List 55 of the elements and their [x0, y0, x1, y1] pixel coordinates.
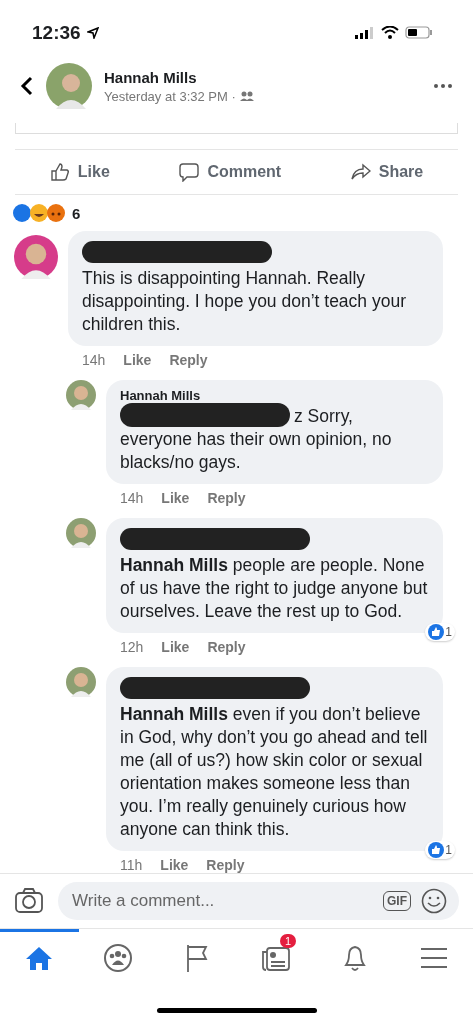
like-link[interactable]: Like — [123, 352, 152, 369]
tab-bar-item[interactable]: 1 — [236, 929, 316, 985]
friends-icon — [239, 91, 254, 102]
comment-time: 14h — [120, 490, 144, 507]
comment-icon — [179, 162, 200, 183]
more-icon[interactable] — [433, 83, 453, 90]
notifications-icon — [341, 943, 368, 974]
commenter-avatar[interactable] — [14, 235, 58, 280]
comment-like-count[interactable]: 1 — [425, 841, 455, 860]
post-action-button[interactable]: Like — [43, 160, 116, 185]
author-name[interactable]: Hannah Mills — [104, 68, 254, 86]
newspaper-icon — [260, 944, 291, 973]
reply-link[interactable]: Reply — [206, 857, 245, 874]
comment-text: Hannah Mills people are people. None of us have the right to judge anyone but ourselves. Leave the rest up to God. — [120, 554, 429, 624]
comment-input[interactable]: Write a comment... GIF — [58, 882, 459, 921]
comment-text: This is disappointing Hannah. Really disappointing. I hope you don’t teach your children this. — [82, 267, 407, 337]
post-action-button[interactable]: Comment — [173, 160, 288, 185]
emoji-icon[interactable] — [421, 888, 447, 915]
reply-link[interactable]: Reply — [169, 352, 208, 369]
reply-link[interactable]: Reply — [207, 639, 246, 656]
comment-like-count[interactable]: 1 — [425, 623, 455, 642]
commenter-avatar[interactable] — [66, 518, 96, 549]
like-link[interactable]: Like — [161, 639, 190, 656]
comment-text: z Sorry, everyone has their own opinion, no blacks/no gays. — [120, 403, 429, 475]
location-arrow-icon — [86, 26, 99, 39]
reply-link[interactable]: Reply — [207, 490, 246, 507]
clock-time: 12:36 — [32, 21, 81, 44]
home-icon — [25, 945, 54, 972]
menu-icon — [419, 947, 448, 970]
like-icon — [49, 162, 70, 183]
back-icon[interactable] — [20, 75, 34, 98]
like-icon — [428, 842, 445, 859]
battery-icon — [405, 26, 433, 40]
profile-avatar[interactable] — [46, 63, 92, 110]
comment-time: 14h — [82, 352, 106, 369]
comment-time: 11h — [120, 857, 143, 874]
like-link[interactable]: Like — [161, 490, 190, 507]
notification-badge: 1 — [279, 934, 296, 949]
camera-icon[interactable] — [14, 888, 44, 915]
groups-icon — [103, 943, 134, 974]
like-link[interactable]: Like — [160, 857, 189, 874]
post-action-button[interactable]: Share — [344, 160, 430, 185]
commenter-avatar[interactable] — [66, 667, 96, 698]
post-timestamp: Yesterday at 3:32 PM · — [104, 88, 236, 104]
comment-time: 12h — [120, 639, 144, 656]
commenter-avatar[interactable] — [66, 380, 96, 411]
reaction-count[interactable]: 6 — [72, 204, 81, 222]
signal-icon — [355, 26, 375, 39]
comment-text: Hannah Mills even if you don’t believe in God, why don’t you go ahead and tell me (all of us?) how skin color or sexual orientation makes someone less than you. I’m really genuinely curious how anyone can think this. — [120, 703, 429, 842]
gif-button[interactable]: GIF — [383, 891, 411, 912]
reaction-icons[interactable] — [12, 203, 68, 224]
commenter-name[interactable]: Hannah Mills — [120, 388, 429, 404]
wifi-icon — [381, 26, 399, 40]
flag-icon — [185, 943, 210, 974]
like-icon — [428, 624, 445, 641]
